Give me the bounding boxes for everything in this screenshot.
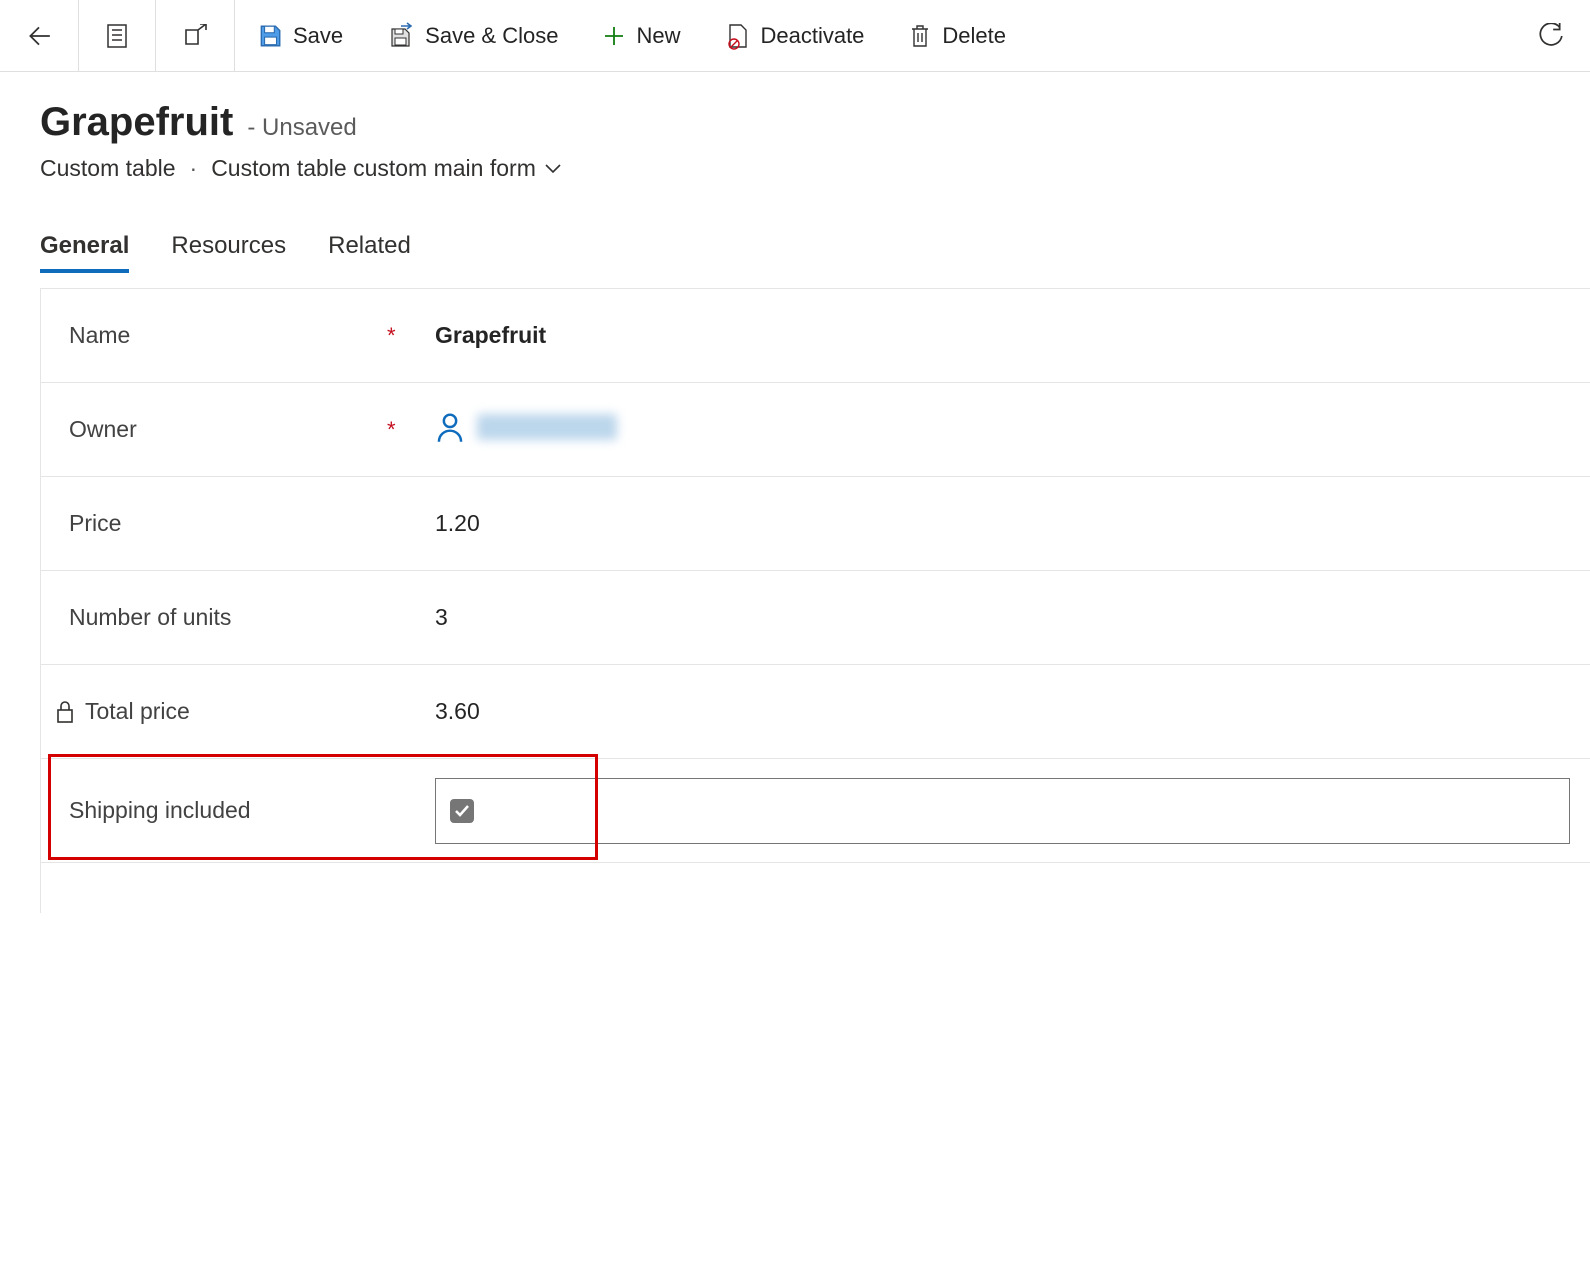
deactivate-label: Deactivate	[760, 23, 864, 49]
field-name[interactable]: Name * Grapefruit	[41, 289, 1590, 383]
general-section: Name * Grapefruit Owner * Price 1.20 Num…	[40, 288, 1590, 913]
save-close-button[interactable]: Save & Close	[365, 0, 580, 71]
lock-icon	[55, 700, 75, 724]
record-header: Grapefruit - Unsaved Custom table · Cust…	[0, 72, 1590, 182]
breadcrumb-separator: ·	[190, 155, 198, 182]
entity-name: Custom table	[40, 155, 176, 182]
save-close-label: Save & Close	[425, 23, 558, 49]
value-name: Grapefruit	[435, 322, 1590, 349]
new-button[interactable]: New	[580, 0, 702, 71]
delete-label: Delete	[942, 23, 1006, 49]
label-shipping: Shipping included	[69, 797, 251, 824]
owner-name-redacted	[477, 414, 617, 440]
back-button[interactable]	[0, 0, 78, 71]
check-icon	[454, 804, 470, 818]
save-icon	[257, 23, 283, 49]
label-total: Total price	[85, 698, 190, 725]
field-units[interactable]: Number of units 3	[41, 571, 1590, 665]
form-list-icon	[105, 23, 129, 49]
form-tabs: General Resources Related	[40, 232, 1590, 270]
back-arrow-icon	[26, 23, 52, 49]
form-selector-button[interactable]	[79, 0, 155, 71]
chevron-down-icon	[544, 163, 562, 175]
save-button[interactable]: Save	[235, 0, 365, 71]
tab-related[interactable]: Related	[328, 232, 411, 270]
new-label: New	[636, 23, 680, 49]
delete-button[interactable]: Delete	[886, 0, 1028, 71]
value-price: 1.20	[435, 510, 1590, 537]
label-units: Number of units	[69, 604, 231, 631]
value-total: 3.60	[435, 698, 1590, 725]
label-owner: Owner	[69, 416, 137, 443]
form-name: Custom table custom main form	[211, 155, 536, 182]
owner-lookup[interactable]	[435, 411, 617, 443]
field-total-price: Total price 3.60	[41, 665, 1590, 759]
refresh-icon	[1538, 23, 1564, 49]
value-units: 3	[435, 604, 1590, 631]
label-price: Price	[69, 510, 121, 537]
shipping-checkbox[interactable]	[450, 799, 474, 823]
tab-general[interactable]: General	[40, 232, 129, 270]
required-indicator: *	[387, 323, 427, 349]
popout-button[interactable]	[156, 0, 234, 71]
refresh-button[interactable]	[1512, 0, 1590, 71]
field-owner[interactable]: Owner *	[41, 383, 1590, 477]
person-icon	[435, 411, 465, 443]
command-bar: Save Save & Close New Deactivate Delete	[0, 0, 1590, 72]
deactivate-button[interactable]: Deactivate	[702, 0, 886, 71]
popout-icon	[182, 24, 208, 48]
plus-icon	[602, 24, 626, 48]
trash-icon	[908, 23, 932, 49]
record-status: - Unsaved	[247, 114, 356, 142]
deactivate-icon	[724, 22, 750, 50]
shipping-input-wrap[interactable]	[435, 778, 1570, 844]
required-indicator: *	[387, 417, 427, 443]
save-label: Save	[293, 23, 343, 49]
record-title: Grapefruit	[40, 100, 233, 145]
field-price[interactable]: Price 1.20	[41, 477, 1590, 571]
field-shipping-included[interactable]: Shipping included	[41, 759, 1590, 863]
save-close-icon	[387, 22, 415, 50]
label-name: Name	[69, 322, 130, 349]
tab-resources[interactable]: Resources	[171, 232, 286, 270]
form-picker[interactable]: Custom table custom main form	[211, 155, 562, 182]
